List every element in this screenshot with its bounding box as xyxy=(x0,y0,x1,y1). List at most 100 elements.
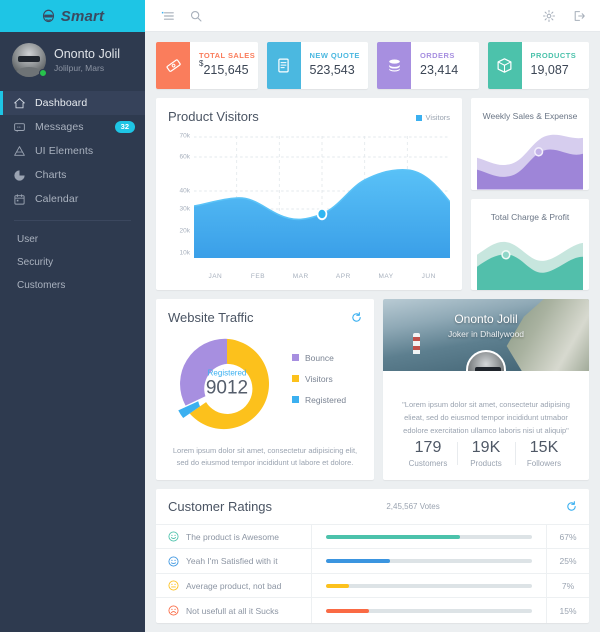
logo-text: Smart xyxy=(60,7,105,25)
rating-label-group: Average product, not bad xyxy=(156,580,311,591)
mini-chart-point[interactable] xyxy=(534,147,544,157)
rating-percent: 67% xyxy=(559,531,577,542)
gear-icon[interactable] xyxy=(542,9,556,23)
plot-area xyxy=(194,136,450,258)
sidebar-item-user[interactable]: User xyxy=(0,228,145,251)
topbar xyxy=(145,0,600,32)
logo[interactable]: Smart xyxy=(0,0,145,32)
stat-label: Products xyxy=(470,458,502,468)
profile-stat-followers: 15K Followers xyxy=(515,439,573,468)
mini-chart-title: Total Charge & Profit xyxy=(490,211,570,222)
layers-icon xyxy=(14,145,25,156)
smiley-sad-icon xyxy=(168,605,179,616)
sidebar-item-label: Dashboard xyxy=(35,97,88,109)
stat-card-orders[interactable]: ORDERS 23,414 xyxy=(377,42,479,89)
sidebar-item-calendar[interactable]: Calendar xyxy=(0,187,145,211)
profile-heading: Ononto Jolil Joker in Dhallywood xyxy=(383,312,589,339)
donut-legend: Bounce Visitors Registered xyxy=(286,353,346,416)
x-axis: JAN FEB MAR APR MAY JUN xyxy=(194,273,450,280)
sidebar-nav: Dashboard Messages 32 UI Elements Charts… xyxy=(0,91,145,211)
sidebar-item-label: Messages xyxy=(35,121,84,133)
sidebar: Smart Ononto Jolil Jolilpur, Mars Dashbo… xyxy=(0,0,145,632)
rating-row-satisfied: Yeah I'm Satisfied with it 25% xyxy=(156,549,589,574)
topbar-right xyxy=(542,9,586,23)
website-traffic-card: Website Traffic Registered 9012 Bounce V… xyxy=(156,299,374,480)
stat-value: 179 xyxy=(414,438,442,456)
profile-quote: "Lorem ipsum dolor sit amet, consectetur… xyxy=(402,400,570,436)
stat-body: TOTAL SALES $215,645 xyxy=(190,42,255,89)
rating-label: Yeah I'm Satisfied with it xyxy=(186,556,278,566)
x-tick: MAR xyxy=(292,273,309,280)
sidebar-item-security[interactable]: Security xyxy=(0,251,145,274)
legend-item-bounce[interactable]: Bounce xyxy=(292,353,346,363)
sidebar-item-dashboard[interactable]: Dashboard xyxy=(0,91,145,115)
x-tick: MAY xyxy=(378,273,394,280)
profile-stat-customers: 179 Customers xyxy=(399,439,457,468)
database-icon xyxy=(388,59,400,72)
legend-item-registered[interactable]: Registered xyxy=(292,395,346,405)
legend-label: Registered xyxy=(305,394,347,405)
traffic-profile-row: Website Traffic Registered 9012 Bounce V… xyxy=(156,299,589,480)
weekly-sales-svg xyxy=(477,134,583,190)
stat-label: TOTAL SALES xyxy=(199,51,256,60)
logout-icon[interactable] xyxy=(572,9,586,23)
legend-item-visitors[interactable]: Visitors xyxy=(292,374,346,384)
rating-row-average: Average product, not bad 7% xyxy=(156,573,589,599)
chart-data-point[interactable] xyxy=(316,207,328,221)
card-header: Customer Ratings 2,45,567 Votes xyxy=(156,489,589,525)
main-area: TOTAL SALES $215,645 NEW QUOTE 523,543 O… xyxy=(145,0,600,632)
user-profile-card: Ononto Jolil Joker in Dhallywood "Lorem … xyxy=(383,299,589,480)
mini-chart-point[interactable] xyxy=(501,249,511,260)
rating-label: Not usefull at all it Sucks xyxy=(186,605,279,616)
home-icon xyxy=(14,97,25,108)
smiley-meh-icon xyxy=(168,580,179,591)
stat-number: 19,087 xyxy=(530,63,569,78)
stat-card-new-quote[interactable]: NEW QUOTE 523,543 xyxy=(266,42,368,89)
card-header: Website Traffic xyxy=(168,310,362,325)
stat-card-products[interactable]: PRODUCTS 19,087 xyxy=(487,42,589,89)
rating-row-sucks: Not usefull at all it Sucks 15% xyxy=(156,598,589,623)
hamburger-menu-icon[interactable] xyxy=(161,9,175,23)
sidebar-item-label: Charts xyxy=(35,169,67,181)
progress-fill xyxy=(326,608,370,613)
profile-card-role: Joker in Dhallywood xyxy=(447,329,525,339)
stat-prefix: $ xyxy=(199,59,204,68)
pie-chart-icon xyxy=(14,169,25,181)
stat-body: PRODUCTS 19,087 xyxy=(522,42,577,89)
x-tick: JAN xyxy=(208,273,223,280)
y-tick: 30k xyxy=(179,205,190,213)
donut-section: Registered 9012 Bounce Visitors Register… xyxy=(168,329,362,439)
stat-label: Followers xyxy=(526,458,562,468)
rating-label: Average product, not bad xyxy=(186,580,282,591)
dashboard-content: TOTAL SALES $215,645 NEW QUOTE 523,543 O… xyxy=(145,32,600,632)
rating-label-group: The product is Awesome xyxy=(156,531,311,542)
legend-label: Visitors xyxy=(425,113,450,122)
legend-swatch xyxy=(415,114,422,121)
traffic-donut-chart: Registered 9012 xyxy=(168,329,286,439)
votes-count: 2,45,567 Votes xyxy=(386,501,440,511)
document-icon xyxy=(278,58,289,73)
sidebar-profile[interactable]: Ononto Jolil Jolilpur, Mars xyxy=(0,32,145,89)
sidebar-item-messages[interactable]: Messages 32 xyxy=(0,115,145,139)
total-charge-chart xyxy=(477,229,583,290)
sidebar-item-customers[interactable]: Customers xyxy=(0,274,145,297)
sidebar-item-ui-elements[interactable]: UI Elements xyxy=(0,139,145,163)
legend-swatch xyxy=(292,396,299,403)
sidebar-item-charts[interactable]: Charts xyxy=(0,163,145,187)
card-header: Product Visitors Visitors xyxy=(168,109,450,124)
stat-value: 19,087 xyxy=(531,62,577,77)
refresh-icon[interactable] xyxy=(351,312,362,323)
search-icon[interactable] xyxy=(189,9,203,23)
customer-ratings-card: Customer Ratings 2,45,567 Votes The prod… xyxy=(156,488,589,623)
visitors-area-svg xyxy=(194,136,450,258)
refresh-icon[interactable] xyxy=(566,500,577,512)
weekly-sales-expense-card: Weekly Sales & Expense xyxy=(471,98,589,190)
progress-track xyxy=(326,583,532,588)
y-tick: 10k xyxy=(179,249,190,257)
charts-row: Product Visitors Visitors 70k 60k 40k 30… xyxy=(156,98,589,290)
stat-number: 523,543 xyxy=(309,63,355,78)
rating-label: The product is Awesome xyxy=(186,531,279,542)
stat-label: Customers xyxy=(408,458,448,468)
stat-card-total-sales[interactable]: TOTAL SALES $215,645 xyxy=(156,42,258,89)
stat-label: ORDERS xyxy=(420,51,455,60)
